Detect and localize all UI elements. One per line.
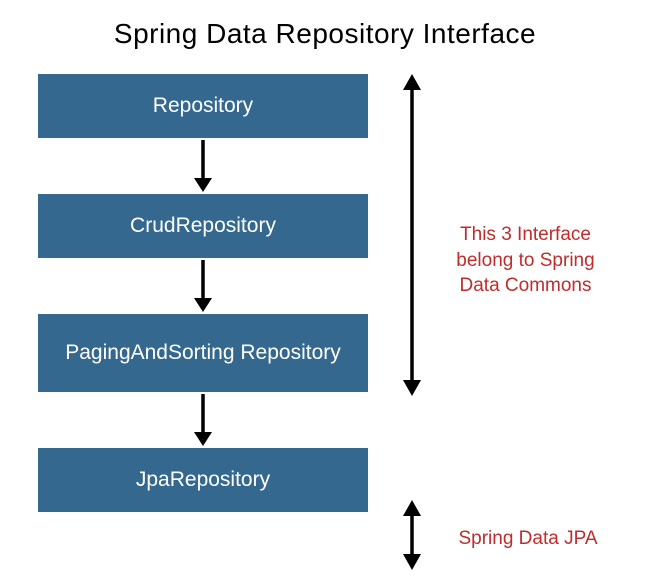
arrow-down-icon (38, 258, 368, 314)
bracket-jpa-icon (400, 500, 424, 575)
box-paging-and-sorting-repository: PagingAndSorting Repository (38, 314, 368, 392)
diagram-title: Spring Data Repository Interface (0, 0, 650, 74)
box-crud-repository: CrudRepository (38, 194, 368, 258)
box-repository: Repository (38, 74, 368, 138)
annotation-jpa: Spring Data JPA (438, 526, 618, 552)
box-label: JpaRepository (136, 467, 270, 493)
hierarchy-column: Repository CrudRepository PagingAndSorti… (38, 74, 368, 512)
bracket-commons-icon (400, 74, 424, 401)
annotation-commons: This 3 Interface belong to Spring Data C… (438, 222, 613, 299)
arrow-down-icon (38, 392, 368, 448)
box-label: PagingAndSorting Repository (65, 340, 341, 366)
arrow-down-icon (38, 138, 368, 194)
box-label: CrudRepository (130, 213, 276, 239)
box-label: Repository (153, 93, 253, 119)
diagram-container: Repository CrudRepository PagingAndSorti… (0, 74, 650, 512)
box-jpa-repository: JpaRepository (38, 448, 368, 512)
